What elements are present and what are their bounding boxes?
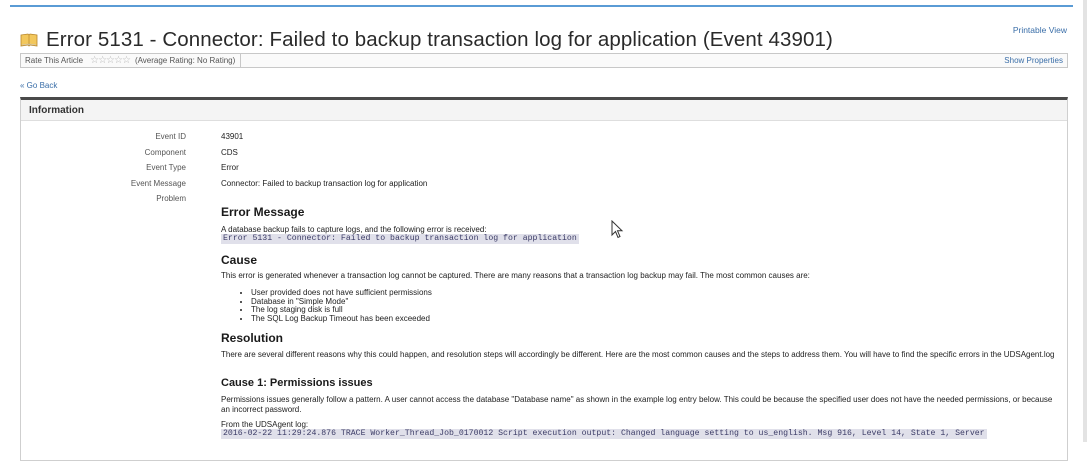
scrollbar[interactable] — [1083, 0, 1087, 442]
field-label: Event Message — [130, 178, 186, 188]
field-row-event-message: Event Message Connector: Failed to backu… — [21, 179, 1067, 195]
average-rating-text: (Average Rating: No Rating) — [134, 56, 236, 65]
cause1-text: Permissions issues generally follow a pa… — [221, 395, 1053, 414]
list-item: The SQL Log Backup Timeout has been exce… — [251, 314, 432, 324]
show-properties-link[interactable]: Show Properties — [1004, 56, 1063, 65]
field-row-problem: Problem — [21, 194, 1067, 210]
causes-list: User provided does not have sufficient p… — [251, 288, 432, 324]
rate-article-label: Rate This Article — [25, 56, 84, 65]
field-label: Component — [144, 147, 186, 157]
error-message-heading: Error Message — [221, 205, 305, 219]
field-value: CDS — [221, 147, 238, 157]
rating-bar: Rate This Article ☆☆☆☆☆ (Average Rating:… — [20, 53, 1068, 68]
log-line-snippet: 2016-02-22 11:29:24.876 TRACE Worker_Thr… — [221, 429, 987, 439]
cause-text: This error is generated whenever a trans… — [221, 271, 810, 280]
cause-heading: Cause — [221, 253, 258, 267]
information-panel: Information Event ID 43901 Component CDS… — [20, 97, 1068, 461]
resolution-text: There are several different reasons why … — [221, 350, 1055, 359]
top-accent-line — [10, 5, 1073, 7]
page-title: Error 5131 - Connector: Failed to backup… — [46, 28, 833, 51]
field-row-component: Component CDS — [21, 148, 1067, 164]
field-row-event-type: Event Type Error — [21, 163, 1067, 179]
cause1-heading: Cause 1: Permissions issues — [221, 377, 373, 389]
printable-view-link[interactable]: Printable View — [1013, 25, 1067, 35]
resolution-heading: Resolution — [221, 331, 283, 345]
star-rating-control[interactable]: ☆☆☆☆☆ — [90, 55, 131, 66]
go-back-link[interactable]: « Go Back — [20, 81, 57, 90]
panel-header: Information — [21, 100, 1067, 121]
field-value: Error — [221, 163, 239, 173]
field-row-event-id: Event ID 43901 — [21, 132, 1067, 148]
field-value: Connector: Failed to backup transaction … — [221, 178, 428, 188]
error-code-snippet: Error 5131 - Connector: Failed to backup… — [221, 234, 579, 244]
divider — [240, 54, 242, 67]
field-label: Event ID — [155, 132, 186, 141]
field-label: Event Type — [146, 163, 186, 173]
mouse-cursor-icon — [611, 220, 624, 239]
field-value: 43901 — [221, 132, 244, 141]
field-label: Problem — [156, 194, 186, 204]
article-title-row: Error 5131 - Connector: Failed to backup… — [20, 28, 833, 52]
book-icon — [20, 33, 38, 47]
event-fields: Event ID 43901 Component CDS Event Type … — [21, 132, 1067, 210]
